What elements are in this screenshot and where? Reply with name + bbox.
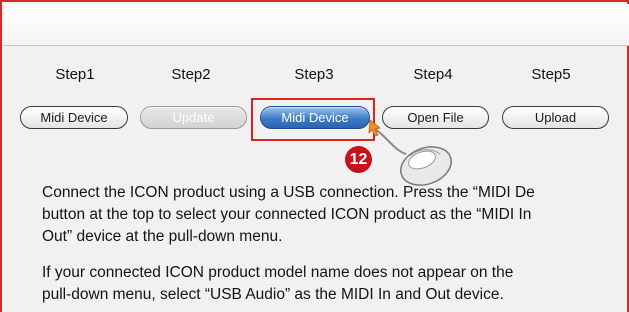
instruction-paragraph-1: Connect the ICON product using a USB con…: [42, 182, 535, 248]
step2-label: Step2: [171, 66, 211, 83]
highlight-box: [251, 98, 375, 141]
update-button[interactable]: Update: [140, 106, 247, 129]
step5-label: Step5: [531, 66, 571, 83]
instruction-line: pull-down menu, select “USB Audio” as th…: [42, 286, 504, 303]
title-bar: [4, 4, 629, 46]
mouse-icon: [368, 119, 452, 186]
instruction-line: Connect the ICON product using a USB con…: [42, 184, 535, 201]
midi-device-button-step1[interactable]: Midi Device: [20, 106, 128, 129]
instruction-line: If your connected ICON product model nam…: [42, 264, 514, 281]
instruction-line: Out” device at the pull-down menu.: [42, 228, 283, 245]
upload-button[interactable]: Upload: [502, 106, 609, 129]
instruction-line: button at the top to select your connect…: [42, 206, 532, 223]
pointer-arrow-icon: [368, 119, 381, 137]
step3-label: Step3: [294, 66, 334, 83]
step1-label: Step1: [55, 66, 95, 83]
app-window: Step1 Step2 Step3 Step4 Step5 Midi Devic…: [0, 0, 629, 312]
callout-badge: 12: [345, 146, 372, 173]
step4-label: Step4: [413, 66, 453, 83]
instruction-paragraph-2: If your connected ICON product model nam…: [42, 262, 513, 306]
